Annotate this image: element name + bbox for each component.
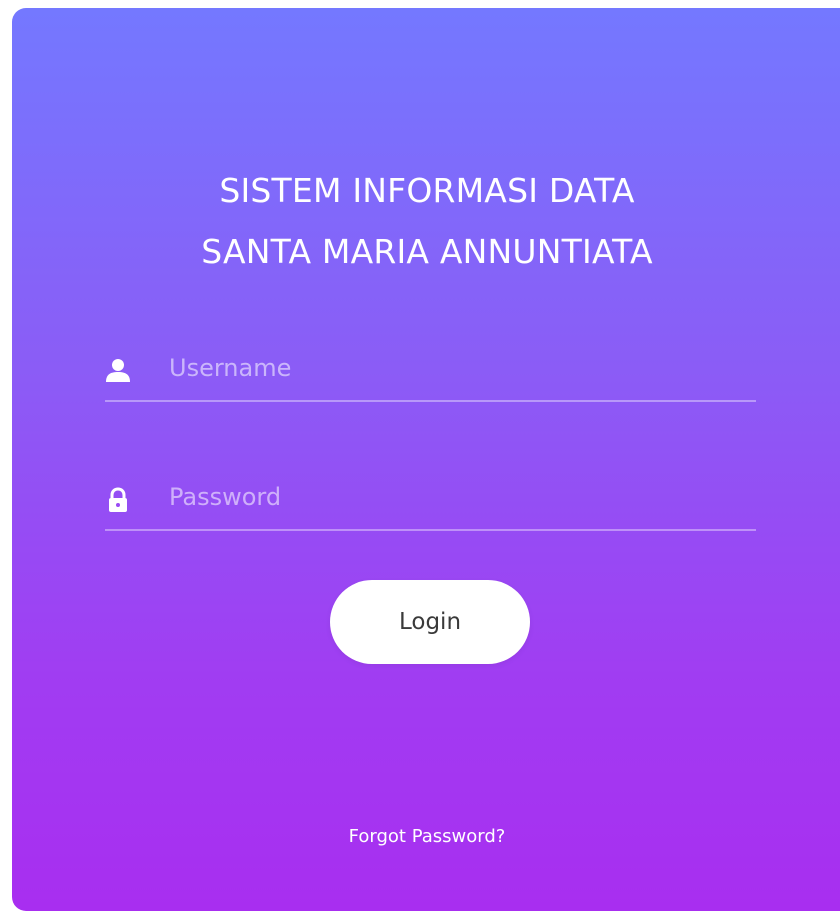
lock-icon — [109, 487, 127, 512]
password-field — [105, 467, 756, 531]
password-input[interactable] — [169, 475, 729, 519]
user-icon — [106, 359, 130, 382]
title-line-1: SISTEM INFORMASI DATA — [219, 171, 635, 210]
login-button[interactable]: Login — [330, 580, 530, 664]
forgot-password-link[interactable]: Forgot Password? — [12, 826, 840, 847]
login-card: SISTEM INFORMASI DATA SANTA MARIA ANNUNT… — [12, 8, 840, 911]
title-line-2: SANTA MARIA ANNUNTIATA — [201, 232, 653, 271]
username-field — [105, 338, 756, 402]
page-title: SISTEM INFORMASI DATA SANTA MARIA ANNUNT… — [12, 160, 840, 282]
username-input[interactable] — [169, 346, 729, 390]
